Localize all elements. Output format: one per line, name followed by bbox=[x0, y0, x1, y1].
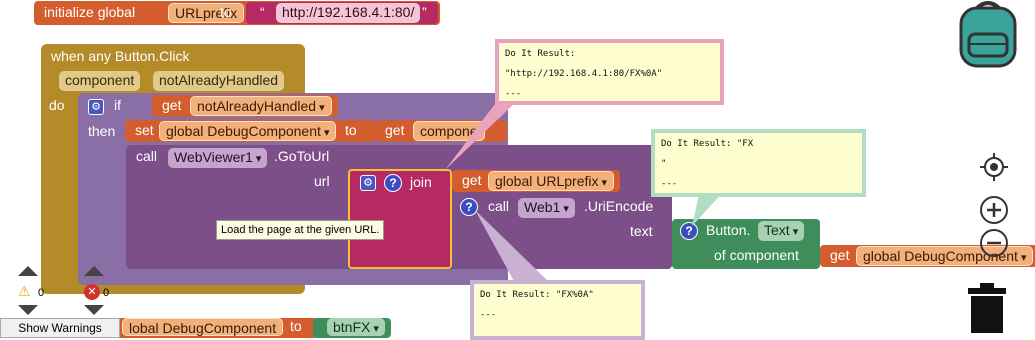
string-value-field[interactable]: http://192.168.4.1:80/ bbox=[276, 3, 421, 23]
error-up-arrow[interactable] bbox=[84, 266, 104, 276]
warning-count: 0 bbox=[38, 287, 45, 299]
bubble-value: "http://192.168.4.1:80/FX%0A" bbox=[505, 69, 663, 79]
set-to-label: to bbox=[345, 122, 357, 138]
bubble-tail-1 bbox=[445, 100, 518, 170]
error-count: 0 bbox=[103, 287, 110, 299]
gear-icon[interactable]: ⚙ bbox=[88, 99, 104, 115]
set-label: set bbox=[135, 122, 154, 138]
do-it-result-bubble-uriencode[interactable]: Do It Result: "FX%0A" --- bbox=[470, 280, 645, 340]
partial-to-label: to bbox=[290, 318, 302, 334]
do-it-result-bubble-button-text[interactable]: Do It Result: "FX " --- bbox=[651, 129, 866, 197]
init-to-label: to bbox=[220, 4, 232, 20]
property-dropdown-text[interactable]: Text bbox=[758, 221, 805, 241]
get-label: get bbox=[162, 97, 182, 113]
help-icon[interactable]: ? bbox=[384, 174, 402, 192]
event-param-not-already-handled[interactable]: notAlreadyHandled bbox=[153, 71, 285, 91]
call-label: call bbox=[136, 148, 158, 164]
backpack-icon[interactable] bbox=[955, 0, 1021, 70]
component-dropdown-webviewer[interactable]: WebViewer1 bbox=[168, 148, 268, 168]
of-component-label: of component bbox=[714, 247, 799, 263]
global-var-name-field[interactable]: URLprefix bbox=[168, 3, 245, 23]
bubble-separator: --- bbox=[661, 179, 678, 189]
warning-up-arrow[interactable] bbox=[18, 266, 38, 276]
partial-var-dropdown[interactable]: lobal DebugComponent bbox=[122, 318, 284, 336]
zoom-in-icon[interactable] bbox=[979, 195, 1009, 225]
bubble-header: Do It Result: "FX bbox=[661, 139, 754, 149]
then-label: then bbox=[88, 123, 116, 139]
zoom-out-icon[interactable] bbox=[979, 228, 1009, 258]
bubble-value: " bbox=[661, 159, 667, 169]
method-label-gotourl: .GoToUrl bbox=[274, 148, 330, 164]
text-socket-label: text bbox=[630, 223, 653, 239]
init-global-block[interactable]: initialize global URLprefix to “ http://… bbox=[34, 1, 440, 25]
do-it-result-bubble-url[interactable]: Do It Result: "http://192.168.4.1:80/FX%… bbox=[495, 39, 724, 105]
set-global-debug-component-block[interactable]: set global DebugComponent to bbox=[125, 120, 375, 142]
bubble-header: Do It Result: "FX%0A" bbox=[480, 290, 594, 300]
bubble-header: Do It Result: bbox=[505, 49, 576, 59]
join-label: join bbox=[410, 174, 432, 190]
gear-icon[interactable]: ⚙ bbox=[360, 175, 376, 191]
error-down-arrow[interactable] bbox=[84, 305, 104, 315]
get-not-already-handled-block[interactable]: get notAlreadyHandled bbox=[152, 95, 338, 117]
get-debug-label: get bbox=[830, 247, 850, 263]
bubble-separator: --- bbox=[480, 310, 497, 320]
trash-icon[interactable] bbox=[966, 283, 1008, 333]
error-icon: ✕ bbox=[84, 284, 100, 300]
bubble-tail-3 bbox=[475, 210, 550, 283]
event-title: when any Button.Click bbox=[51, 48, 190, 64]
gotourl-tooltip: Load the page at the given URL. bbox=[216, 220, 385, 240]
btnfx-component-block[interactable]: btnFX bbox=[313, 318, 391, 338]
open-quote: “ bbox=[260, 4, 265, 20]
show-warnings-button[interactable]: Show Warnings bbox=[0, 318, 120, 338]
do-label: do bbox=[49, 97, 65, 113]
target-icon[interactable] bbox=[980, 153, 1008, 181]
event-param-component[interactable]: component bbox=[59, 71, 141, 91]
warning-icon: ⚠ bbox=[18, 283, 31, 299]
btnfx-dropdown[interactable]: btnFX bbox=[327, 318, 385, 336]
join-block[interactable]: ⚙ ? join bbox=[348, 169, 452, 269]
url-socket-label: url bbox=[314, 173, 330, 189]
if-label: if bbox=[114, 97, 121, 113]
bubble-separator: --- bbox=[505, 89, 522, 99]
method-label-uriencode: .UriEncode bbox=[584, 198, 654, 214]
string-literal-block[interactable]: “ http://192.168.4.1:80/ ” bbox=[246, 2, 438, 24]
close-quote: ” bbox=[422, 4, 427, 20]
init-global-keyword: initialize global bbox=[44, 4, 136, 20]
warning-down-arrow[interactable] bbox=[18, 305, 38, 315]
set-var-dropdown[interactable]: global DebugComponent bbox=[159, 121, 337, 141]
get-var-dropdown[interactable]: notAlreadyHandled bbox=[190, 96, 332, 116]
get-component-label: get bbox=[385, 122, 405, 138]
